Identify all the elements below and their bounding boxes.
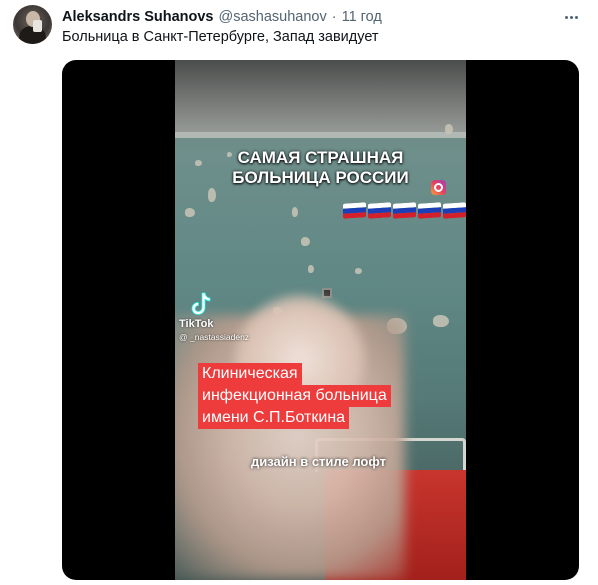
video-caption: Клиническая инфекционная больница имени …	[198, 363, 391, 429]
wall-stain	[301, 237, 310, 246]
tweet-timestamp[interactable]: 11 год	[342, 9, 382, 25]
wall-stain	[355, 268, 362, 274]
russian-flag-icon	[443, 202, 466, 219]
video-title-line-2: БОЛЬНИЦА РОССИИ	[232, 168, 409, 187]
tweet-header: Aleksandrs Suhanovs @sashasuhanov · 11 г…	[62, 9, 382, 27]
tweet-text: Больница в Санкт-Петербурге, Запад завид…	[62, 29, 379, 45]
author-handle[interactable]: @sashasuhanov	[219, 9, 327, 25]
video-subtitle: дизайн в стиле лофт	[251, 454, 386, 469]
tiktok-icon	[191, 292, 211, 315]
russian-flag-icon	[343, 202, 366, 219]
caption-line-1: Клиническая	[198, 363, 302, 385]
instagram-icon	[431, 180, 446, 195]
russian-flag-icon	[418, 202, 441, 219]
wall-stain	[185, 208, 195, 217]
russian-flag-icon	[393, 202, 416, 219]
ceiling	[175, 60, 466, 138]
wall-stain	[433, 315, 449, 327]
video-player[interactable]: САМАЯ СТРАШНАЯ БОЛЬНИЦА РОССИИ TikTok @ …	[62, 60, 579, 580]
wall-stain	[308, 265, 314, 273]
tweet[interactable]: Aleksandrs Suhanovs @sashasuhanov · 11 г…	[0, 0, 598, 585]
tiktok-username: @ _nastassiadenz	[179, 332, 250, 342]
author-name[interactable]: Aleksandrs Suhanovs	[62, 9, 214, 25]
russian-flag-icons	[343, 202, 466, 219]
more-horizontal-icon[interactable]	[560, 6, 582, 28]
russian-flag-icon	[368, 202, 391, 219]
caption-line-3: имени С.П.Боткина	[198, 407, 350, 429]
caption-line-2: инфекционная больница	[198, 385, 391, 407]
video-title: САМАЯ СТРАШНАЯ БОЛЬНИЦА РОССИИ	[175, 148, 466, 188]
cornice	[175, 132, 466, 138]
wall-outlet	[322, 288, 332, 298]
tiktok-label: TikTok	[179, 318, 214, 330]
wall-stain	[292, 207, 298, 217]
video-title-line-1: САМАЯ СТРАШНАЯ	[237, 148, 404, 167]
avatar-phone	[33, 20, 42, 32]
wall-stain	[445, 124, 453, 134]
separator-dot: ·	[331, 9, 337, 25]
video-frame[interactable]: САМАЯ СТРАШНАЯ БОЛЬНИЦА РОССИИ TikTok @ …	[175, 60, 466, 580]
avatar[interactable]	[13, 5, 52, 44]
wall-stain	[208, 188, 216, 202]
